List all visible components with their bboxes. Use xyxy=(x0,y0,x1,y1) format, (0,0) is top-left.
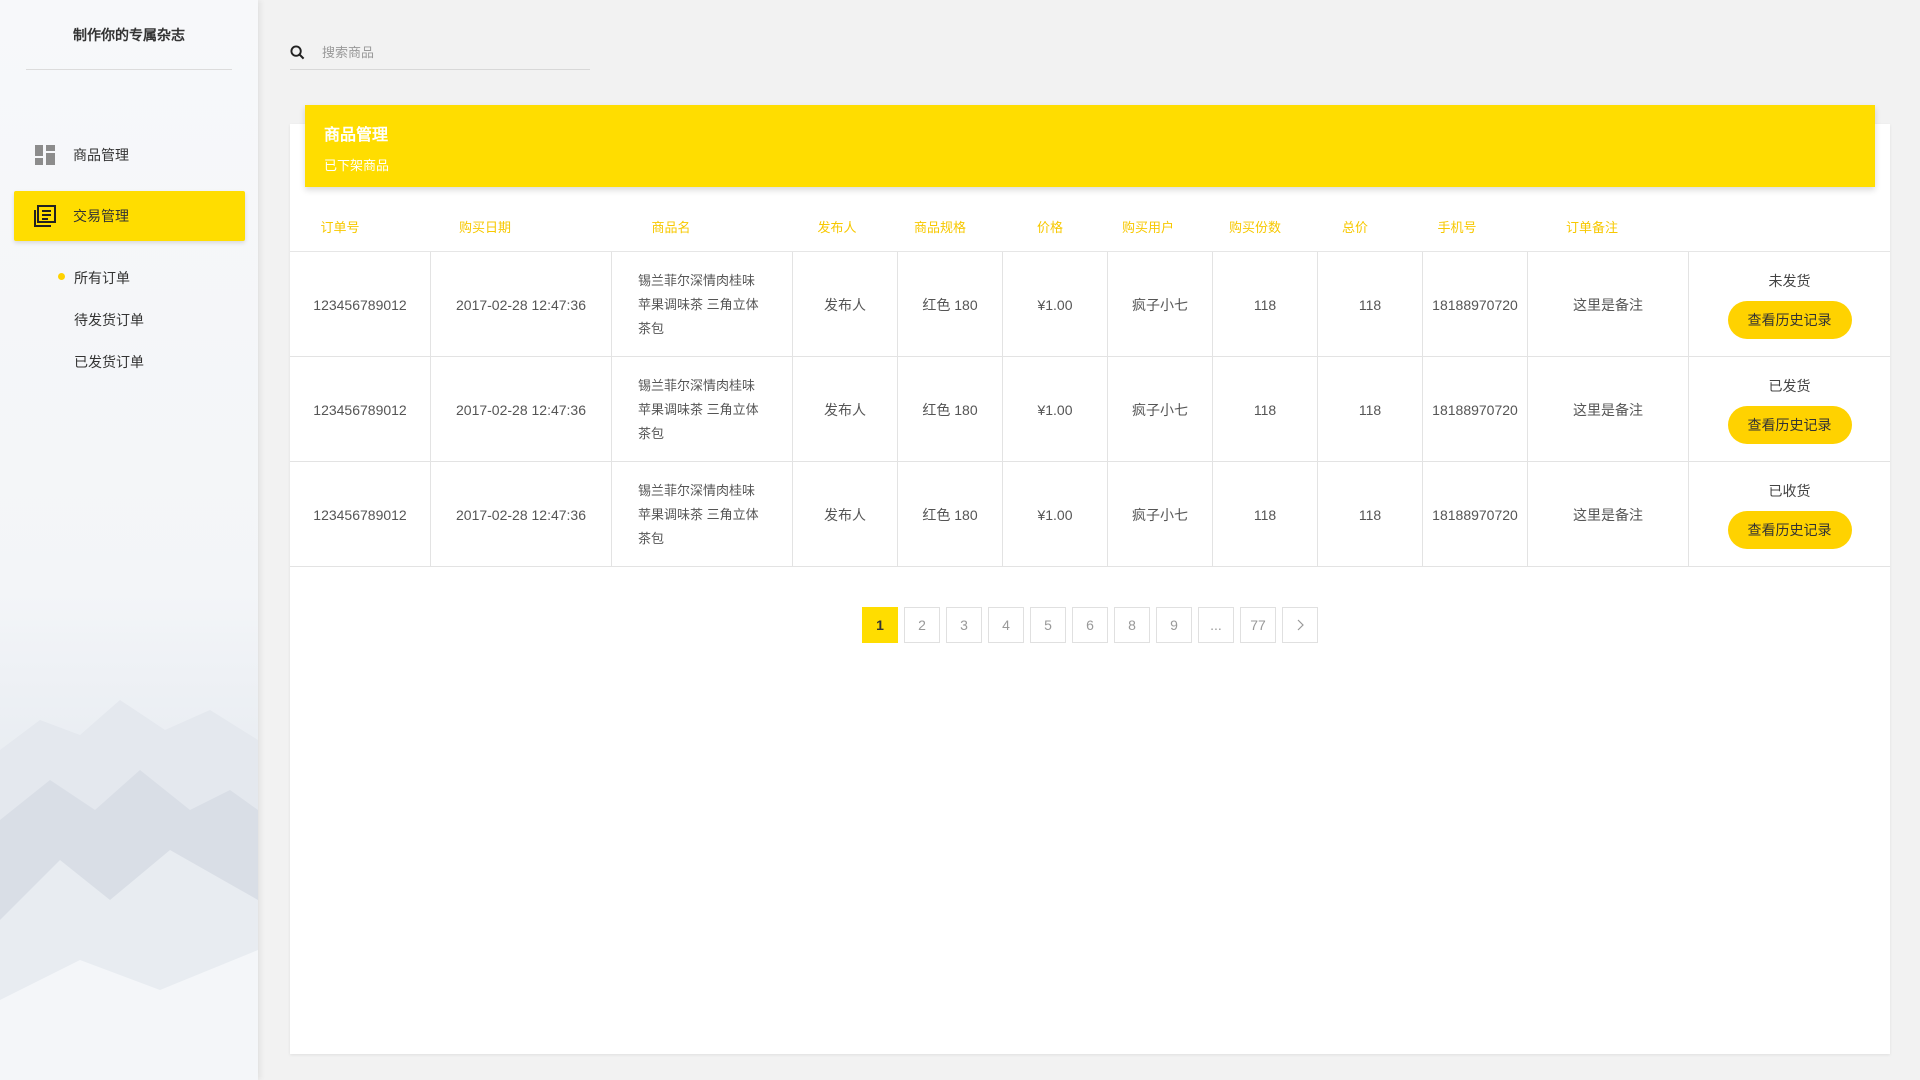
product-name-line: 锡兰菲尔深情肉桂味 xyxy=(638,482,756,498)
cell-phone: 18188970720 xyxy=(1423,462,1528,567)
orders-icon xyxy=(34,205,56,227)
search-bar xyxy=(290,36,590,70)
cell-quantity: 118 xyxy=(1213,357,1318,462)
sidebar-subitem-pending-orders[interactable]: 待发货订单 xyxy=(74,310,144,330)
cell-buyer: 疯子小七 xyxy=(1108,252,1213,357)
cell-date: 2017-02-28 12:47:36 xyxy=(431,357,612,462)
order-status: 未发货 xyxy=(1768,272,1811,289)
view-history-button[interactable]: 查看历史记录 xyxy=(1727,405,1852,444)
cell-price: ¥1.00 xyxy=(1003,462,1108,567)
page-button[interactable]: 77 xyxy=(1240,607,1276,643)
sidebar-subitem-all-orders[interactable]: 所有订单 xyxy=(74,268,130,288)
cell-note: 这里是备注 xyxy=(1528,252,1689,357)
column-header-phone: 手机号 xyxy=(1437,220,1477,235)
cell-date: 2017-02-28 12:47:36 xyxy=(431,462,612,567)
cell-publisher: 发布人 xyxy=(793,357,898,462)
cell-product-name: 锡兰菲尔深情肉桂味 苹果调味茶 三角立体 茶包 xyxy=(612,252,793,357)
cell-total: 118 xyxy=(1318,357,1423,462)
product-name-line: 苹果调味茶 三角立体 xyxy=(638,401,759,417)
cell-total: 118 xyxy=(1318,252,1423,357)
search-input[interactable] xyxy=(322,45,562,60)
table-header: 订单号 购买日期 商品名 发布人 商品规格 价格 购买用户 购买份数 总价 手机… xyxy=(290,204,1890,252)
cell-publisher: 发布人 xyxy=(793,252,898,357)
cell-phone: 18188970720 xyxy=(1423,252,1528,357)
product-name-line: 茶包 xyxy=(638,425,665,441)
page-button[interactable]: 3 xyxy=(946,607,982,643)
panel-header: 商品管理 已下架商品 xyxy=(305,105,1875,187)
product-name-line: 锡兰菲尔深情肉桂味 xyxy=(638,377,756,393)
cell-order-no: 123456789012 xyxy=(290,462,431,567)
sidebar-subitem-shipped-orders[interactable]: 已发货订单 xyxy=(74,352,144,372)
view-history-button[interactable]: 查看历史记录 xyxy=(1727,300,1852,339)
cell-order-no: 123456789012 xyxy=(290,252,431,357)
cell-product-name: 锡兰菲尔深情肉桂味 苹果调味茶 三角立体 茶包 xyxy=(612,357,793,462)
cell-order-no: 123456789012 xyxy=(290,357,431,462)
column-header-total: 总价 xyxy=(1341,220,1368,235)
sidebar: 制作你的专属杂志 商品管理 交易管理 所有订单 待发货订单 已发货订单 xyxy=(0,0,258,1080)
page-button[interactable]: 5 xyxy=(1030,607,1066,643)
cell-product-name: 锡兰菲尔深情肉桂味 苹果调味茶 三角立体 茶包 xyxy=(612,462,793,567)
cell-total: 118 xyxy=(1318,462,1423,567)
brand-title: 制作你的专属杂志 xyxy=(26,0,232,70)
product-name-line: 茶包 xyxy=(638,320,665,336)
table-row: 123456789012 2017-02-28 12:47:36 锡兰菲尔深情肉… xyxy=(290,252,1890,357)
column-header-order-no: 订单号 xyxy=(320,220,360,235)
cell-buyer: 疯子小七 xyxy=(1108,462,1213,567)
cell-price: ¥1.00 xyxy=(1003,252,1108,357)
next-page-button[interactable] xyxy=(1282,607,1318,643)
dashboard-icon xyxy=(34,144,56,166)
column-header-product-name: 商品名 xyxy=(651,220,691,235)
cell-status-action: 已收货 查看历史记录 xyxy=(1689,462,1890,567)
product-name-line: 锡兰菲尔深情肉桂味 xyxy=(638,272,756,288)
sidebar-item-products[interactable]: 商品管理 xyxy=(14,130,245,180)
table-row: 123456789012 2017-02-28 12:47:36 锡兰菲尔深情肉… xyxy=(290,357,1890,462)
active-dot-icon xyxy=(58,273,65,280)
cell-status-action: 未发货 查看历史记录 xyxy=(1689,252,1890,357)
product-name-line: 茶包 xyxy=(638,530,665,546)
cell-note: 这里是备注 xyxy=(1528,462,1689,567)
column-header-date: 购买日期 xyxy=(458,220,511,235)
cell-quantity: 118 xyxy=(1213,462,1318,567)
page-button[interactable]: 2 xyxy=(904,607,940,643)
panel-subtitle: 已下架商品 xyxy=(324,158,390,173)
order-status: 已收货 xyxy=(1768,482,1811,499)
page-ellipsis: ... xyxy=(1198,607,1234,643)
cell-spec: 红色 180 xyxy=(898,252,1003,357)
sidebar-item-transactions[interactable]: 交易管理 xyxy=(14,191,245,241)
column-header-spec: 商品规格 xyxy=(913,220,966,235)
cell-publisher: 发布人 xyxy=(793,462,898,567)
cell-buyer: 疯子小七 xyxy=(1108,357,1213,462)
product-name-line: 苹果调味茶 三角立体 xyxy=(638,296,759,312)
view-history-button[interactable]: 查看历史记录 xyxy=(1727,510,1852,549)
order-status: 已发货 xyxy=(1768,377,1811,394)
page-button[interactable]: 8 xyxy=(1114,607,1150,643)
column-header-price: 价格 xyxy=(1036,220,1063,235)
cell-phone: 18188970720 xyxy=(1423,357,1528,462)
sidebar-item-label: 交易管理 xyxy=(73,208,129,224)
cell-spec: 红色 180 xyxy=(898,357,1003,462)
sidebar-item-label: 商品管理 xyxy=(73,147,129,163)
cell-note: 这里是备注 xyxy=(1528,357,1689,462)
page-button[interactable]: 6 xyxy=(1072,607,1108,643)
column-header-publisher: 发布人 xyxy=(817,220,857,235)
cell-status-action: 已发货 查看历史记录 xyxy=(1689,357,1890,462)
panel-title: 商品管理 xyxy=(324,127,389,144)
pagination: 1 2 3 4 5 6 8 9 ... 77 xyxy=(862,607,1324,643)
product-name-line: 苹果调味茶 三角立体 xyxy=(638,506,759,522)
page-button[interactable]: 9 xyxy=(1156,607,1192,643)
mountain-background-image xyxy=(0,700,258,1080)
table-row: 123456789012 2017-02-28 12:47:36 锡兰菲尔深情肉… xyxy=(290,462,1890,567)
cell-price: ¥1.00 xyxy=(1003,357,1108,462)
cell-date: 2017-02-28 12:47:36 xyxy=(431,252,612,357)
column-header-note: 订单备注 xyxy=(1565,220,1618,235)
cell-quantity: 118 xyxy=(1213,252,1318,357)
cell-spec: 红色 180 xyxy=(898,462,1003,567)
search-icon[interactable] xyxy=(290,44,306,61)
column-header-quantity: 购买份数 xyxy=(1228,220,1281,235)
page-button[interactable]: 1 xyxy=(862,607,898,643)
chevron-right-icon xyxy=(1297,619,1304,631)
column-header-buyer: 购买用户 xyxy=(1121,220,1174,235)
page-button[interactable]: 4 xyxy=(988,607,1024,643)
